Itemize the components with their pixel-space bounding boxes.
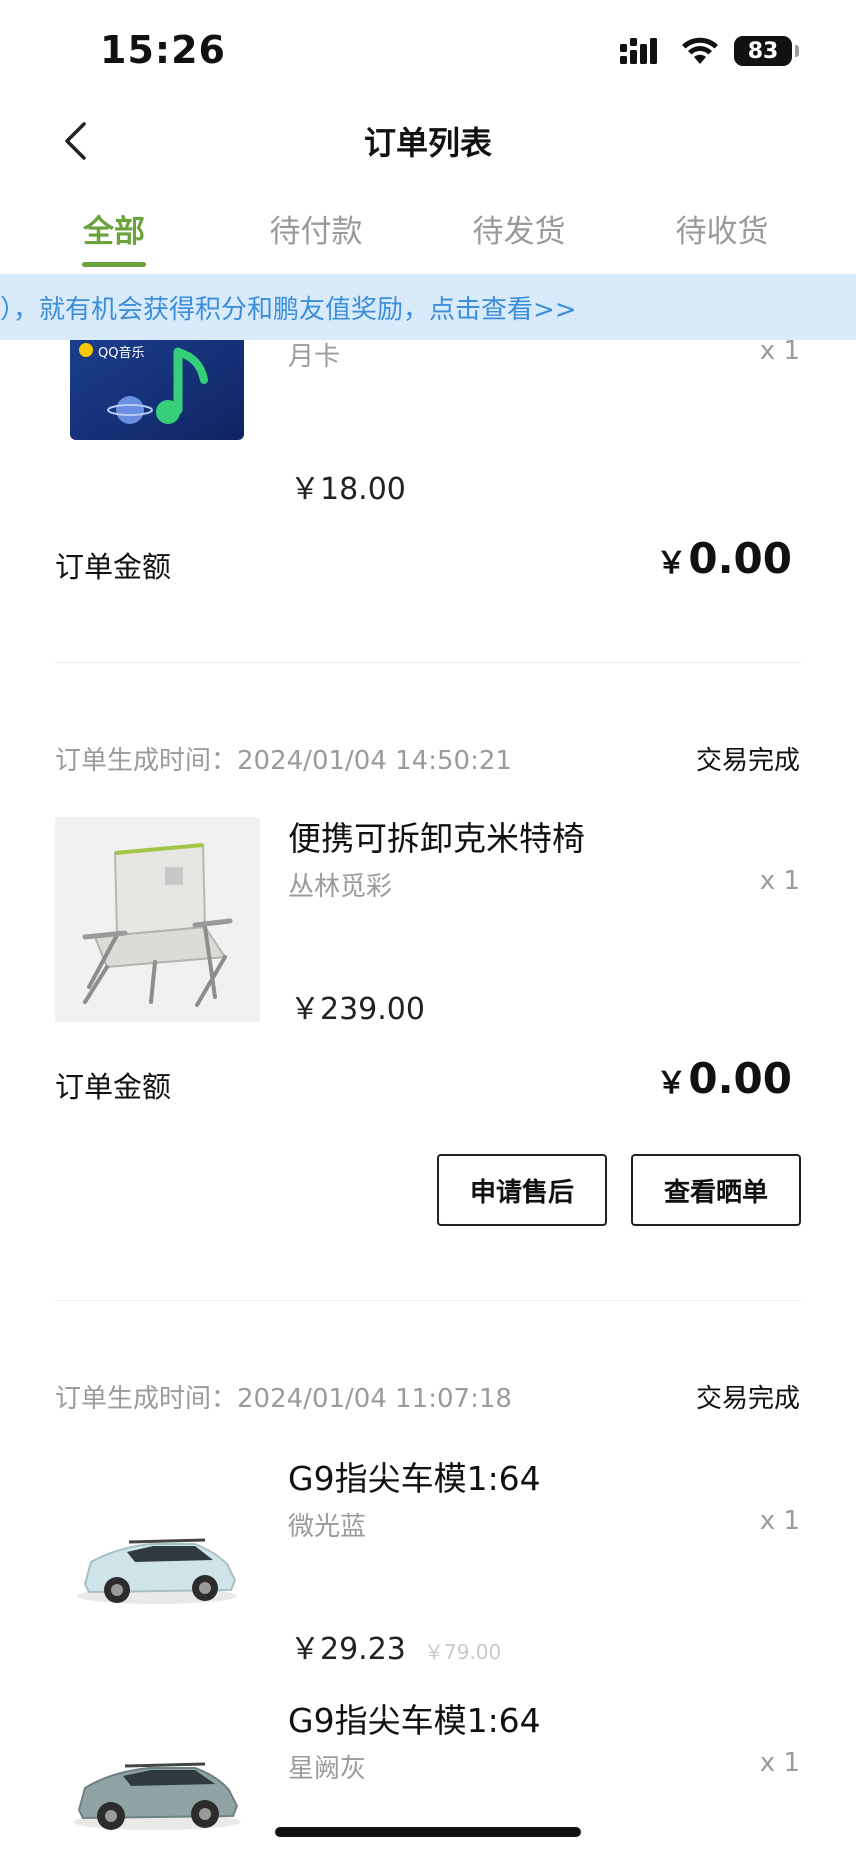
- product-variant: 微光蓝: [288, 1512, 367, 1542]
- rewards-banner[interactable]: ），就有机会获得积分和鹏友值奖励，点击查看>>: [0, 274, 856, 340]
- product-quantity: x 1: [759, 866, 800, 896]
- order-created-value: 2024/01/04 11:07:18: [237, 1384, 512, 1414]
- battery-icon: 83: [734, 36, 799, 66]
- home-indicator[interactable]: [275, 1827, 581, 1837]
- order-amount-value: 0.00: [688, 1054, 792, 1103]
- order-amount-label: 订单金额: [55, 550, 172, 584]
- status-bar: 15:26 83: [0, 0, 856, 100]
- order-created-time: 订单生成时间：2024/01/04 14:50:21: [55, 740, 512, 777]
- view-review-button[interactable]: 查看晒单: [631, 1154, 801, 1226]
- product-name[interactable]: G9指尖车模1:64: [288, 1452, 541, 1500]
- order-tabs: 全部 待付款 待发货 待收货: [0, 196, 856, 272]
- active-tab-indicator: [82, 262, 146, 267]
- order-status: 交易完成: [695, 746, 800, 776]
- product-image-car-grey[interactable]: [55, 1696, 260, 1852]
- order-created-label: 订单生成时间：: [55, 746, 238, 776]
- order-created-label: 订单生成时间：: [55, 1384, 238, 1414]
- product-price: ￥239.00: [290, 992, 425, 1027]
- after-sales-button[interactable]: 申请售后: [437, 1154, 607, 1226]
- product-image-chair[interactable]: [55, 817, 260, 1022]
- cellular-signal-icon: [620, 38, 657, 64]
- product-price: ￥18.00: [290, 472, 406, 507]
- order-created-value: 2024/01/04 14:50:21: [237, 746, 512, 776]
- product-quantity: x 1: [759, 1748, 800, 1778]
- product-image-qq-music-card[interactable]: QQ音乐: [70, 340, 244, 450]
- order-status: 交易完成: [695, 1384, 800, 1414]
- order-divider: [55, 1300, 801, 1301]
- status-icons: 83: [620, 34, 799, 68]
- battery-level: 83: [747, 38, 779, 64]
- order-amount: ￥0.00: [656, 1054, 792, 1103]
- currency-symbol: ￥: [656, 546, 687, 581]
- thumb-brand-text: QQ音乐: [98, 346, 145, 361]
- product-quantity: x 1: [759, 1506, 800, 1536]
- tab-pending-payment[interactable]: 待付款: [236, 206, 396, 251]
- wifi-icon: [682, 37, 718, 64]
- product-image-car-blue[interactable]: [55, 1456, 260, 1661]
- order-divider: [55, 662, 801, 663]
- product-variant: 丛林觅彩: [288, 872, 393, 902]
- banner-text: ），就有机会获得积分和鹏友值奖励，点击查看>>: [0, 295, 577, 325]
- tab-pending-shipment[interactable]: 待发货: [439, 206, 599, 251]
- product-variant: 星阙灰: [288, 1754, 367, 1784]
- product-quantity: x 1: [759, 340, 800, 366]
- currency-symbol: ￥: [656, 1066, 687, 1101]
- product-original-price: ￥79.00: [424, 1640, 502, 1664]
- tab-pending-receipt[interactable]: 待收货: [642, 206, 802, 251]
- product-name[interactable]: 便携可拆卸克米特椅: [288, 812, 585, 860]
- order-list[interactable]: QQ音乐 月卡 x 1 ￥18.00 订单金额 ￥0.00 订单生成时间：202…: [0, 340, 856, 1852]
- order-created-time: 订单生成时间：2024/01/04 11:07:18: [55, 1378, 512, 1415]
- order-amount-label: 订单金额: [55, 1070, 172, 1104]
- product-price: ￥29.23: [290, 1632, 406, 1667]
- status-time: 15:26: [100, 28, 226, 72]
- tab-all[interactable]: 全部: [34, 206, 194, 251]
- page-title: 订单列表: [363, 124, 492, 162]
- order-amount-value: 0.00: [688, 534, 792, 583]
- order-amount: ￥0.00: [656, 534, 792, 583]
- product-variant: 月卡: [288, 342, 341, 372]
- product-name[interactable]: G9指尖车模1:64: [288, 1694, 541, 1742]
- nav-bar: 订单列表: [0, 100, 856, 180]
